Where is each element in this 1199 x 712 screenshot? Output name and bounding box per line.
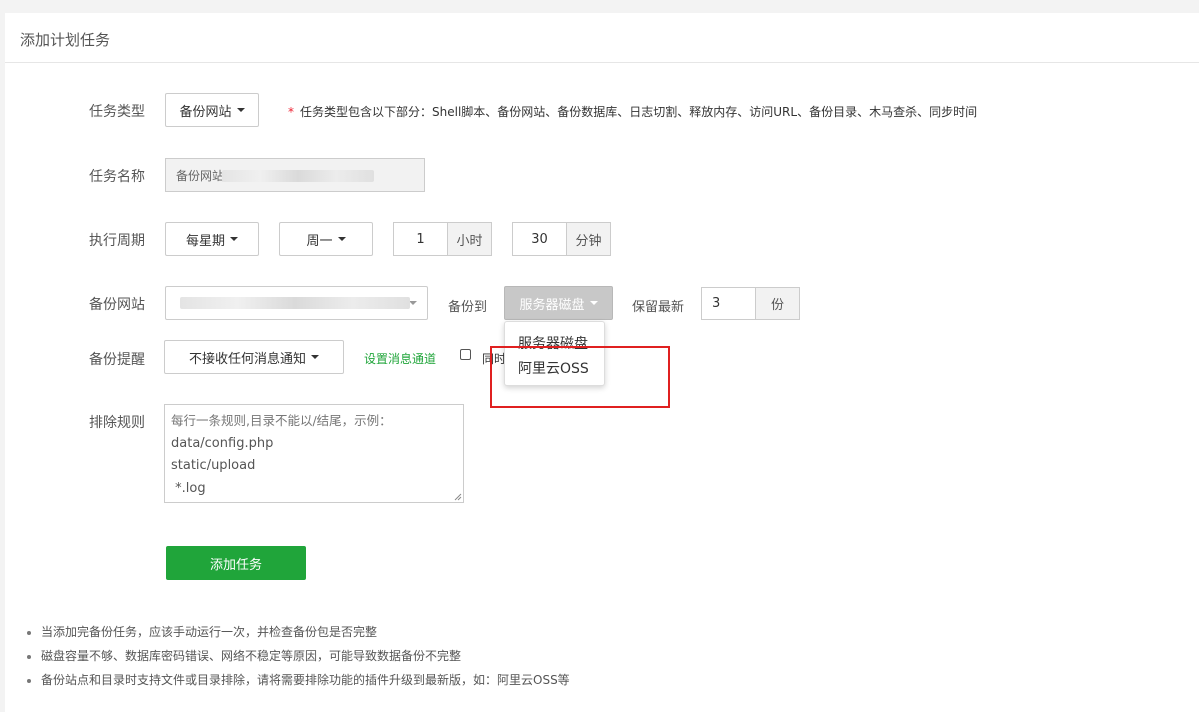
exclude-line: data/config.php: [171, 435, 274, 451]
notify-value: 不接收任何消息通知: [188, 351, 306, 367]
minute-input[interactable]: 30: [512, 222, 567, 256]
task-name-value: 备份网站: [176, 168, 225, 183]
highlight-box: [490, 346, 670, 408]
notify-select[interactable]: 不接收任何消息通知: [164, 340, 344, 374]
hour-input[interactable]: 1: [393, 222, 448, 256]
hour-value: 1: [416, 231, 425, 247]
list-item: 备份站点和目录时支持文件或目录排除，请将需要排除功能的插件升级到最新版，如：阿里…: [27, 672, 570, 696]
task-type-select[interactable]: 备份网站: [165, 93, 259, 127]
keep-latest-label: 保留最新: [632, 300, 685, 315]
task-type-value: 备份网站: [179, 104, 232, 120]
chevron-down-icon: [230, 237, 238, 241]
exclude-placeholder: 每行一条规则,目录不能以/结尾，示例：: [171, 413, 392, 428]
chevron-down-icon: [311, 355, 319, 359]
chevron-down-icon: [337, 237, 346, 241]
period-cycle-select[interactable]: 每星期: [165, 222, 259, 256]
hour-unit: 小时: [447, 222, 492, 256]
resize-handle-icon[interactable]: [454, 493, 462, 501]
weekday-select[interactable]: 周一: [279, 222, 373, 256]
keep-count-value: 3: [712, 296, 721, 311]
exclude-line: *.log: [171, 480, 206, 496]
backup-to-label: 备份到: [448, 300, 488, 315]
period-cycle-value: 每星期: [185, 233, 225, 249]
redacted-name: [222, 170, 374, 182]
set-message-channel-link[interactable]: 设置消息通道: [364, 350, 436, 367]
period-label: 执行周期: [89, 233, 145, 249]
task-type-note: * 任务类型包含以下部分：Shell脚本、备份网站、备份数据库、日志切割、释放内存…: [288, 103, 977, 120]
keep-unit: 份: [755, 287, 800, 320]
exclude-line: static/upload: [171, 458, 256, 473]
notify-checkbox[interactable]: [460, 349, 471, 360]
page-title: 添加计划任务: [20, 31, 111, 49]
task-type-note-text: 任务类型包含以下部分：Shell脚本、备份网站、备份数据库、日志切割、释放内存、…: [300, 105, 978, 119]
keep-count-input[interactable]: 3: [701, 287, 756, 320]
chevron-down-icon: [409, 301, 417, 305]
task-name-label: 任务名称: [89, 169, 145, 185]
panel-header: 添加计划任务: [5, 13, 1199, 63]
minute-unit: 分钟: [566, 222, 611, 256]
chevron-down-icon: [589, 301, 598, 305]
minute-value: 30: [531, 231, 548, 247]
exclude-label: 排除规则: [89, 415, 145, 431]
exclude-rules-textarea[interactable]: 每行一条规则,目录不能以/结尾，示例： data/config.php stat…: [164, 404, 464, 503]
backup-site-label: 备份网站: [89, 297, 145, 313]
list-item: 磁盘容量不够、数据库密码错误、网络不稳定等原因，可能导致数据备份不完整: [27, 648, 570, 672]
tips-list: 当添加完备份任务，应该手动运行一次，并检查备份包是否完整 磁盘容量不够、数据库密…: [27, 624, 570, 696]
chevron-down-icon: [236, 108, 245, 112]
required-star: *: [288, 105, 294, 119]
add-task-button[interactable]: 添加任务: [166, 546, 306, 580]
notify-label: 备份提醒: [89, 352, 145, 368]
weekday-value: 周一: [306, 233, 333, 249]
list-item: 当添加完备份任务，应该手动运行一次，并检查备份包是否完整: [27, 624, 570, 648]
redacted-site: [180, 297, 410, 309]
backup-target-value: 服务器磁盘: [519, 297, 585, 313]
task-type-label: 任务类型: [89, 104, 145, 120]
backup-target-select[interactable]: 服务器磁盘: [504, 286, 613, 320]
